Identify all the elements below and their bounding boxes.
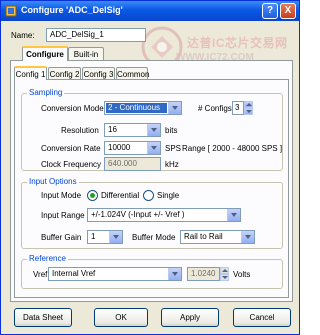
cancel-button[interactable]: Cancel	[233, 308, 291, 327]
buffer-gain-label: Buffer Gain	[41, 233, 82, 242]
spin-up-icon	[220, 267, 229, 274]
resolution-value: 16	[108, 125, 117, 134]
differential-label[interactable]: Differential	[101, 190, 139, 202]
vref-label: Vref	[33, 270, 48, 279]
buffer-mode-dropdown[interactable]: Rail to Rail	[180, 230, 255, 244]
buffer-gain-dropdown[interactable]: 1	[87, 230, 123, 244]
chevron-down-icon[interactable]	[147, 124, 160, 136]
input-range-value: +/-1.024V (-Input +/- Vref )	[91, 210, 185, 219]
tab-config-1[interactable]: Config 1	[14, 66, 47, 80]
tab-configure[interactable]: Configure	[22, 46, 68, 61]
single-radio[interactable]	[143, 190, 154, 201]
help-button[interactable]: ?	[262, 3, 278, 19]
conversion-mode-label: Conversion Mode	[41, 104, 104, 113]
conversion-rate-unit: SPS	[165, 144, 182, 153]
buffer-mode-value: Rail to Rail	[184, 232, 223, 241]
input-range-dropdown[interactable]: +/-1.024V (-Input +/- Vref )	[87, 208, 241, 222]
conversion-rate-value: 10000	[108, 143, 131, 152]
vref-dropdown[interactable]: Internal Vref	[48, 267, 182, 281]
tab-built-in[interactable]: Built-in	[68, 47, 104, 61]
spin-up-icon[interactable]	[244, 101, 253, 108]
chevron-down-icon[interactable]	[241, 231, 254, 243]
chevron-down-icon[interactable]	[227, 209, 240, 221]
single-label[interactable]: Single	[157, 190, 179, 202]
configure-dialog: Configure 'ADC_DelSig' ? X 达普IC芯片交易网 WWW…	[0, 0, 300, 335]
configs-input[interactable]: 3	[232, 101, 244, 115]
spin-down-icon[interactable]	[244, 108, 253, 115]
data-sheet-button[interactable]: Data Sheet	[14, 308, 72, 327]
sampling-title: Sampling	[27, 88, 65, 98]
chevron-down-icon[interactable]	[168, 268, 181, 280]
buffer-gain-value: 1	[91, 232, 96, 241]
input-options-title: Input Options	[27, 177, 79, 187]
name-field[interactable]: ADC_DelSig_1	[46, 28, 146, 42]
resolution-unit: bits	[165, 126, 178, 135]
volts-unit: Volts	[233, 270, 251, 279]
conversion-mode-dropdown[interactable]: 2 - Continuous	[104, 101, 182, 115]
configs-stepper[interactable]	[244, 101, 253, 115]
close-button[interactable]: X	[280, 3, 296, 19]
buffer-mode-label: Buffer Mode	[132, 233, 176, 242]
configs-label: # Configs	[198, 104, 232, 113]
resolution-dropdown[interactable]: 16	[104, 123, 161, 137]
chevron-down-icon[interactable]	[168, 102, 181, 114]
apply-button[interactable]: Apply	[161, 308, 219, 327]
conversion-mode-value: 2 - Continuous	[106, 103, 167, 113]
clock-frequency-label: Clock Frequency	[41, 160, 102, 169]
resolution-label: Resolution	[61, 126, 99, 135]
input-range-label: Input Range	[41, 211, 85, 220]
clock-frequency-unit: kHz	[165, 160, 179, 169]
input-mode-label: Input Mode	[41, 191, 82, 200]
conversion-rate-range: Range [ 2000 - 48000 SPS ]	[182, 144, 283, 153]
window-title: Configure 'ADC_DelSig'	[21, 5, 123, 15]
app-icon	[5, 5, 17, 17]
ok-button[interactable]: OK	[94, 308, 148, 327]
name-label: Name:	[11, 31, 35, 40]
volts-field: 1.0240	[187, 267, 220, 281]
spin-down-icon	[220, 274, 229, 281]
watermark-text: 达普IC芯片交易网	[187, 36, 288, 50]
vref-value: Internal Vref	[52, 269, 96, 278]
volts-stepper	[220, 267, 229, 281]
title-bar[interactable]: Configure 'ADC_DelSig' ? X	[1, 1, 299, 21]
chevron-down-icon[interactable]	[109, 231, 122, 243]
differential-radio[interactable]	[87, 190, 98, 201]
conversion-rate-label: Conversion Rate	[41, 144, 101, 153]
reference-title: Reference	[27, 254, 68, 264]
conversion-rate-dropdown[interactable]: 10000	[104, 141, 161, 155]
chevron-down-icon[interactable]	[147, 142, 160, 154]
clock-frequency-field: 640.000	[104, 157, 161, 171]
